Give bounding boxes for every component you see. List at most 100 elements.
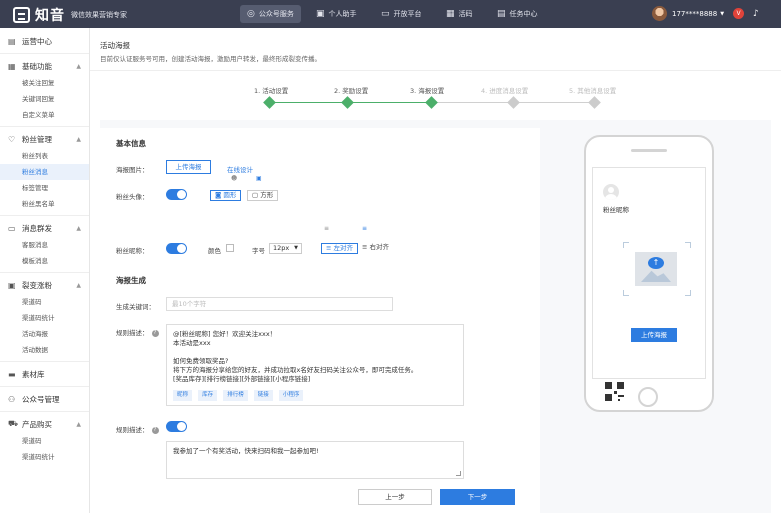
chevron-up-icon: ▲ (76, 62, 81, 70)
nav-open-platform[interactable]: ▭ 开放平台 (381, 5, 422, 23)
fan-avatar-toggle[interactable] (166, 189, 187, 200)
help-icon[interactable]: ? (151, 329, 159, 337)
rule-label-text: 规则描述： (116, 329, 149, 337)
sidebar-item-keyword-reply[interactable]: 关键词回复 (0, 91, 89, 107)
step-2-marker[interactable] (341, 96, 354, 109)
step-5-marker[interactable] (588, 96, 601, 109)
user-icon: ⚇ (8, 394, 16, 404)
nav-task-center[interactable]: ▤ 任务中心 (497, 5, 538, 23)
tag-stock[interactable]: 库存 (198, 390, 218, 401)
divider (0, 411, 89, 412)
nav-official-account[interactable]: ◎ 公众号服务 (240, 5, 301, 23)
color-checkbox[interactable] (226, 244, 234, 252)
qr-block (618, 395, 624, 397)
sidebar-group-basic[interactable]: ▦ 基础功能 ▲ (0, 57, 89, 75)
rule-line (173, 348, 457, 357)
sidebar-item-channel-stats[interactable]: 渠道码统计 (0, 310, 89, 326)
sidebar-item-material[interactable]: ▬ 素材库 (0, 365, 89, 383)
shape-round-option[interactable]: ◙ 圆形 (210, 190, 242, 201)
nav-label: 个人助手 (328, 10, 357, 18)
sidebar-group-product[interactable]: ⛟ 产品购买 ▲ (0, 415, 89, 433)
sidebar-item-label: 素材库 (22, 369, 45, 379)
share-icon: ▣ (8, 280, 16, 290)
step-3-marker[interactable] (425, 96, 438, 109)
help-icon[interactable]: ? (151, 426, 159, 434)
rule-textarea[interactable]: @[粉丝昵称] 您好！欢迎关注xxx！ 本活动是xxx 如何免费领取奖品? 将下… (166, 324, 464, 406)
step-connector (275, 102, 343, 103)
cart-icon: ⛟ (8, 419, 19, 428)
divider (90, 70, 781, 71)
step-4-label: 4. 进度消息设置 (481, 87, 529, 95)
align-right-button[interactable]: ≡ 右对齐 (358, 243, 393, 254)
align-left-button[interactable]: ≡ 左对齐 (321, 243, 359, 254)
heart-icon: ♡ (8, 134, 16, 144)
sidebar-item-activity-data[interactable]: 活动数据 (0, 342, 89, 358)
nav-personal-assistant[interactable]: ▣ 个人助手 (316, 5, 357, 23)
square-icon: ▢ (252, 191, 261, 199)
sidebar-group-mass[interactable]: ▭ 消息群发 ▲ (0, 219, 89, 237)
sidebar-item-product-channel-stats[interactable]: 渠道码统计 (0, 449, 89, 465)
tag-ranking[interactable]: 排行榜 (223, 390, 248, 401)
align-left-top-icon: ≡ (324, 225, 330, 232)
share-rule-toggle[interactable] (166, 421, 187, 432)
sidebar-group-label: 消息群发 (22, 223, 52, 233)
user-menu[interactable]: 177****8888 ▼ V ♪ (652, 6, 759, 21)
align-right-label: 右对齐 (369, 243, 390, 251)
rule-line: 将下方的海报分享给您的好友，并成功拉取x名好友扫码关注公众号，即可完成任务。 (173, 366, 418, 374)
divider (0, 386, 89, 387)
sidebar-item-tag-management[interactable]: 标签管理 (0, 180, 89, 196)
nav-label: 任务中心 (509, 10, 538, 18)
sidebar-item-fan-list[interactable]: 粉丝列表 (0, 148, 89, 164)
tag-miniprogram[interactable]: 小程序 (278, 390, 304, 401)
section-title-poster: 海报生成 (116, 276, 146, 285)
user-phone: 177****8888 (672, 9, 718, 18)
sidebar-item-channel-code[interactable]: 渠道码 (0, 294, 89, 310)
shape-square-option[interactable]: ▢ 方形 (247, 190, 279, 201)
round-label: 圆形 (223, 191, 237, 199)
tag-nickname[interactable]: 昵称 (173, 390, 193, 401)
rule-line: @[粉丝昵称] 您好！欢迎关注xxx！ (173, 330, 277, 338)
tag-link[interactable]: 链接 (253, 390, 273, 401)
next-step-button[interactable]: 下一步 (440, 489, 515, 505)
resize-handle[interactable] (456, 471, 461, 476)
preview-nickname: 粉丝昵称 (603, 206, 629, 214)
sidebar-group-viral[interactable]: ▣ 裂变涨粉 ▲ (0, 276, 89, 294)
prev-step-button[interactable]: 上一步 (358, 489, 432, 505)
sidebar-item-fan-blacklist[interactable]: 粉丝黑名单 (0, 196, 89, 212)
online-design-link[interactable]: 在线设计 (227, 164, 253, 174)
rule-line: 如何免费领取奖品? (173, 357, 229, 365)
sidebar-item-fan-messages[interactable]: 粉丝消息 (0, 164, 89, 180)
caret-down-icon: ▼ (294, 245, 298, 251)
wechat-icon: ◎ (247, 9, 255, 19)
sidebar-group-fans[interactable]: ♡ 粉丝管理 ▲ (0, 130, 89, 148)
main-content: 活动海报 目前仅认证服务号可用，创建活动海报，激励用户转发，最终形成裂变传播。 … (90, 28, 781, 513)
fan-nickname-toggle[interactable] (166, 243, 187, 254)
logo[interactable]: 知音 微信效果营销专家 (13, 5, 127, 25)
keyword-input[interactable]: 最10个字符 (166, 297, 393, 311)
sidebar-item-follow-reply[interactable]: 被关注回复 (0, 75, 89, 91)
sidebar-item-ops-center[interactable]: ▤ 运营中心 (0, 32, 89, 50)
bell-icon[interactable]: ♪ (753, 9, 759, 19)
sidebar-item-activity-poster[interactable]: 活动海报 (0, 326, 89, 342)
sidebar-item-template-message[interactable]: 模板消息 (0, 253, 89, 269)
preview-upload-button[interactable]: 上传海报 (631, 328, 677, 342)
font-size-select[interactable]: 12px ▼ (269, 243, 302, 254)
step-2-label: 2. 奖励设置 (334, 87, 369, 95)
sidebar-item-product-channel-code[interactable]: 渠道码 (0, 433, 89, 449)
vip-badge-icon[interactable]: V (733, 8, 745, 19)
nav-live-code[interactable]: ▦ 活码 (446, 5, 473, 23)
share-textarea[interactable]: 我参加了一个有奖活动，快来扫码和我一起参加吧! (166, 441, 464, 479)
step-4-marker[interactable] (507, 96, 520, 109)
avatar[interactable] (652, 6, 667, 21)
sidebar-item-custom-menu[interactable]: 自定义菜单 (0, 107, 89, 123)
sidebar-item-service-message[interactable]: 客服消息 (0, 237, 89, 253)
upload-poster-button[interactable]: 上传海报 (166, 160, 211, 174)
chevron-up-icon: ▲ (76, 224, 81, 232)
layers-icon: ▤ (8, 36, 16, 46)
keyword-label: 生成关键词： (116, 303, 155, 311)
step-1-marker[interactable] (263, 96, 276, 109)
sidebar-item-official-account[interactable]: ⚇ 公众号管理 (0, 390, 89, 408)
message-icon: ▭ (8, 223, 16, 233)
page-description: 目前仅认证服务号可用，创建活动海报，激励用户转发，最终形成裂变传播。 (100, 55, 321, 63)
settings-panel: 基本信息 海报图片： 上传海报 在线设计 ☻ ▣ 粉丝头像： ◙ 圆形 ▢ 方形… (100, 128, 540, 513)
